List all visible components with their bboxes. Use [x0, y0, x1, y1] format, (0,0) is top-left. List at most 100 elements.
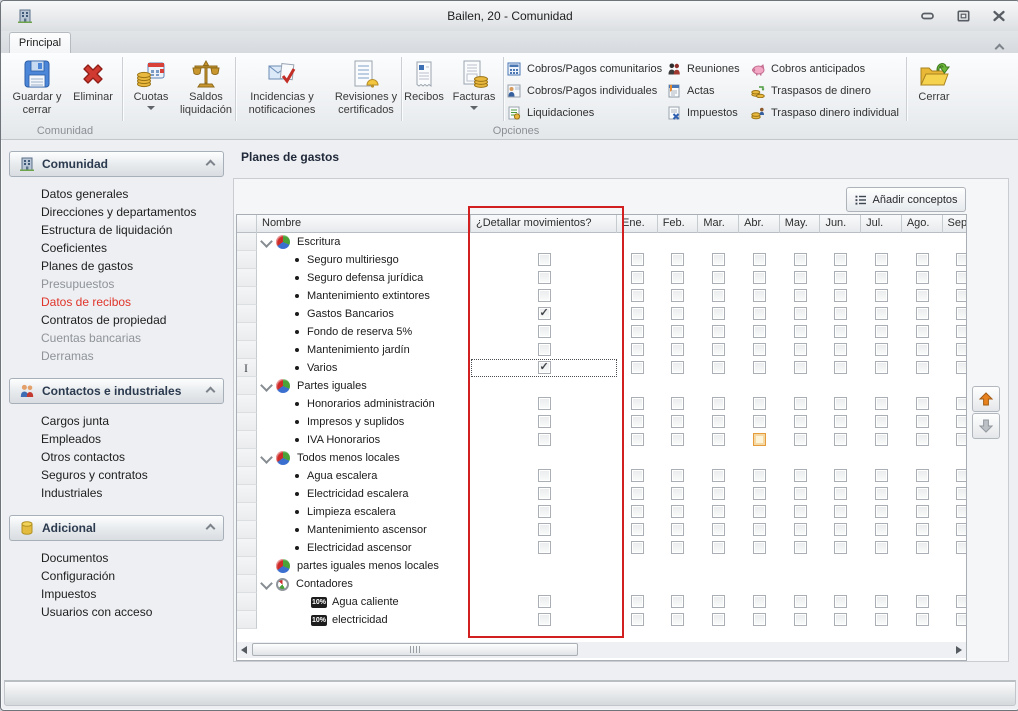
checkbox-unchecked[interactable] [712, 595, 725, 608]
month-cell-ene[interactable] [617, 395, 658, 413]
checkbox-unchecked[interactable] [753, 541, 766, 554]
month-cell-mar[interactable] [698, 503, 739, 521]
checkbox-unchecked[interactable] [794, 523, 807, 536]
checkbox-unchecked[interactable] [712, 613, 725, 626]
checkbox-unchecked[interactable] [875, 307, 888, 320]
checkbox-unchecked[interactable] [712, 325, 725, 338]
month-cell-abr[interactable] [739, 341, 780, 359]
sidebar-item-impuestos[interactable]: Impuestos [7, 585, 226, 603]
table-row-gastos-bancarios[interactable]: Gastos Bancarios [237, 305, 967, 323]
checkbox-unchecked[interactable] [671, 595, 684, 608]
checkbox-unchecked[interactable] [538, 397, 551, 410]
checkbox-unchecked[interactable] [794, 397, 807, 410]
checkbox-unchecked[interactable] [834, 325, 847, 338]
month-cell-mar[interactable] [698, 557, 739, 575]
checkbox-unchecked[interactable] [956, 253, 967, 266]
checkbox-unchecked[interactable] [956, 541, 967, 554]
ribbon-button-revisiones-y-certificados[interactable]: Revisiones y certificados [329, 56, 403, 122]
month-cell-sep[interactable] [943, 431, 968, 449]
month-cell-jun[interactable] [820, 593, 861, 611]
detallar-cell[interactable] [471, 521, 617, 539]
month-cell-feb[interactable] [658, 557, 699, 575]
month-cell-may[interactable] [780, 467, 821, 485]
checkbox-unchecked[interactable] [916, 595, 929, 608]
month-cell-may[interactable] [780, 557, 821, 575]
month-cell-feb[interactable] [658, 503, 699, 521]
month-cell-feb[interactable] [658, 485, 699, 503]
checkbox-unchecked[interactable] [712, 343, 725, 356]
month-cell-mar[interactable] [698, 575, 739, 593]
month-cell-ago[interactable] [902, 305, 943, 323]
checkbox-unchecked[interactable] [834, 397, 847, 410]
month-cell-mar[interactable] [698, 611, 739, 629]
month-cell-ago[interactable] [902, 359, 943, 377]
sidebar-item-empleados[interactable]: Empleados [7, 430, 226, 448]
month-cell-feb[interactable] [658, 269, 699, 287]
checkbox-unchecked[interactable] [794, 595, 807, 608]
month-cell-jul[interactable] [861, 539, 902, 557]
row-selector-cell[interactable] [237, 341, 257, 359]
checkbox-unchecked[interactable] [753, 469, 766, 482]
checkbox-unchecked[interactable] [538, 343, 551, 356]
row-selector-cell[interactable] [237, 377, 257, 395]
checkbox-unchecked[interactable] [875, 253, 888, 266]
month-cell-ene[interactable] [617, 521, 658, 539]
month-cell-abr[interactable] [739, 557, 780, 575]
tree-cell[interactable]: Contadores [257, 575, 471, 593]
sidebar-item-cuentas-bancarias[interactable]: Cuentas bancarias [7, 329, 226, 347]
checkbox-unchecked[interactable] [753, 271, 766, 284]
checkbox-hover[interactable] [753, 433, 766, 446]
month-cell-sep[interactable] [943, 593, 968, 611]
ribbon-option-cobros-anticipados[interactable]: Cobros anticipados [751, 61, 865, 77]
row-selector-cell[interactable] [237, 575, 257, 593]
month-cell-ene[interactable] [617, 377, 658, 395]
checkbox-unchecked[interactable] [753, 415, 766, 428]
ribbon-button-incidencias-y-notificaciones[interactable]: Incidencias y notificaciones [237, 56, 327, 122]
checkbox-unchecked[interactable] [916, 487, 929, 500]
month-cell-feb[interactable] [658, 467, 699, 485]
table-row-iva-honorarios[interactable]: IVA Honorarios [237, 431, 967, 449]
row-selector-cell[interactable] [237, 287, 257, 305]
checkbox-unchecked[interactable] [671, 613, 684, 626]
month-cell-abr[interactable] [739, 467, 780, 485]
month-cell-ene[interactable] [617, 251, 658, 269]
tree-cell[interactable]: Partes iguales [257, 377, 471, 395]
tree-cell[interactable]: Mantenimiento jardín [257, 341, 471, 359]
month-cell-ene[interactable] [617, 413, 658, 431]
detallar-cell[interactable] [471, 341, 617, 359]
month-cell-feb[interactable] [658, 539, 699, 557]
checkbox-unchecked[interactable] [712, 397, 725, 410]
checkbox-unchecked[interactable] [916, 289, 929, 302]
checkbox-unchecked[interactable] [875, 541, 888, 554]
checkbox-unchecked[interactable] [956, 307, 967, 320]
month-cell-jul[interactable] [861, 287, 902, 305]
checkbox-unchecked[interactable] [875, 595, 888, 608]
tab-principal[interactable]: Principal [9, 32, 71, 53]
checkbox-unchecked[interactable] [916, 469, 929, 482]
month-cell-ene[interactable] [617, 575, 658, 593]
month-cell-feb[interactable] [658, 233, 699, 251]
tree-cell[interactable]: Varios [257, 359, 471, 377]
ribbon-button-eliminar[interactable]: Eliminar [65, 56, 121, 122]
checkbox-unchecked[interactable] [631, 397, 644, 410]
month-cell-ago[interactable] [902, 395, 943, 413]
tree-cell[interactable]: Todos menos locales [257, 449, 471, 467]
month-cell-may[interactable] [780, 503, 821, 521]
checkbox-unchecked[interactable] [916, 541, 929, 554]
checkbox-unchecked[interactable] [834, 505, 847, 518]
month-cell-mar[interactable] [698, 359, 739, 377]
checkbox-unchecked[interactable] [712, 433, 725, 446]
month-cell-may[interactable] [780, 287, 821, 305]
table-row-partes-iguales-menos-locales[interactable]: partes iguales menos locales [237, 557, 967, 575]
month-cell-feb[interactable] [658, 341, 699, 359]
scroll-right-arrow-icon[interactable] [956, 646, 962, 654]
move-down-button[interactable] [972, 413, 1000, 439]
checkbox-unchecked[interactable] [794, 289, 807, 302]
checkbox-unchecked[interactable] [631, 343, 644, 356]
month-cell-jun[interactable] [820, 413, 861, 431]
month-cell-ago[interactable] [902, 287, 943, 305]
month-cell-ago[interactable] [902, 593, 943, 611]
month-cell-mar[interactable] [698, 431, 739, 449]
month-cell-ago[interactable] [902, 521, 943, 539]
checkbox-unchecked[interactable] [794, 487, 807, 500]
